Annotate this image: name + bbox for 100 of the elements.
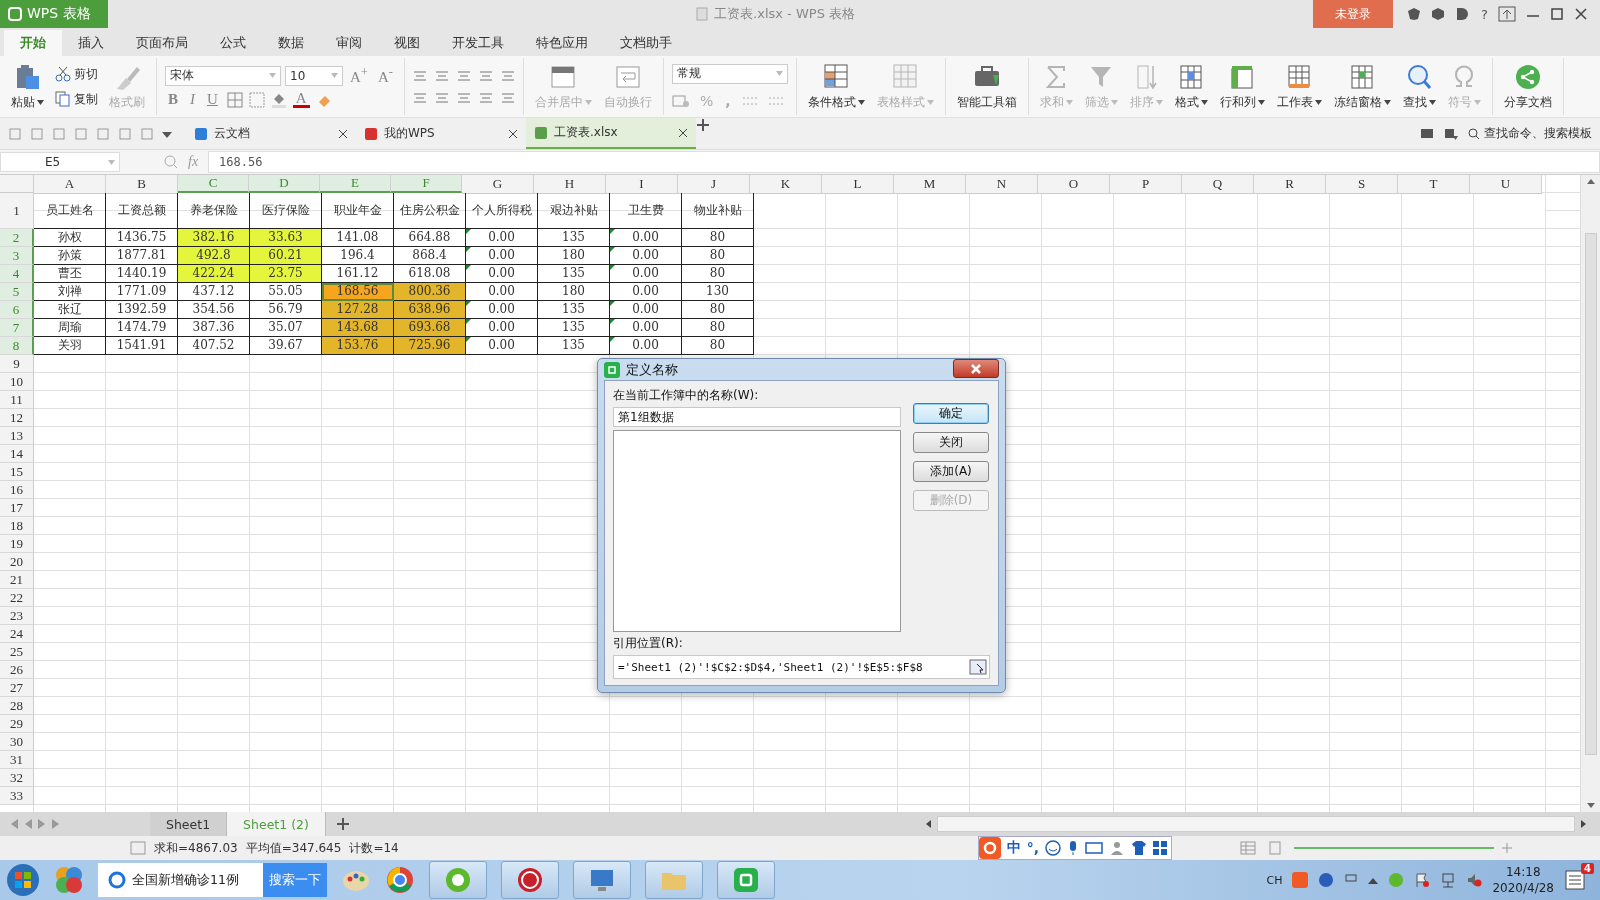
document-tab[interactable]: 我的WPS bbox=[356, 118, 526, 149]
row-header[interactable]: 28 bbox=[0, 697, 34, 715]
flag-icon[interactable] bbox=[1414, 872, 1431, 888]
column-header[interactable]: G bbox=[462, 175, 534, 194]
scroll-down-icon[interactable] bbox=[1586, 803, 1595, 808]
page-view-icon[interactable] bbox=[1268, 841, 1282, 855]
column-header[interactable]: T bbox=[1398, 175, 1470, 194]
column-header[interactable]: U bbox=[1470, 175, 1542, 194]
row-header[interactable]: 31 bbox=[0, 751, 34, 769]
taskbar-app-button[interactable] bbox=[717, 861, 775, 899]
menu-tab[interactable]: 插入 bbox=[62, 30, 120, 56]
document-tab[interactable]: 云文档 bbox=[186, 118, 356, 149]
row-header[interactable]: 30 bbox=[0, 733, 34, 751]
help-button[interactable]: ? bbox=[1481, 6, 1488, 22]
align-text-icon[interactable] bbox=[412, 91, 427, 104]
row-header[interactable]: 11 bbox=[0, 391, 34, 409]
previous-sheet-icon[interactable] bbox=[24, 819, 32, 829]
caret-icon[interactable] bbox=[1383, 99, 1391, 105]
toolbar-button[interactable]: 查找 bbox=[1399, 62, 1439, 111]
scroll-left-icon[interactable] bbox=[926, 820, 931, 828]
column-header[interactable]: R bbox=[1254, 175, 1326, 194]
shirt-icon[interactable] bbox=[1131, 840, 1147, 856]
column-header[interactable]: B bbox=[106, 175, 178, 194]
caret-icon[interactable] bbox=[1428, 99, 1436, 105]
status-icon[interactable] bbox=[130, 841, 146, 855]
start-button-icon[interactable] bbox=[6, 863, 40, 897]
menu-tab[interactable]: 开始 bbox=[4, 30, 62, 56]
align-top-icon[interactable] bbox=[456, 69, 471, 82]
row-header[interactable]: 27 bbox=[0, 679, 34, 697]
scissors-icon[interactable] bbox=[55, 66, 71, 82]
pin-down-icon[interactable] bbox=[1444, 126, 1458, 141]
taskbar-app-button[interactable] bbox=[573, 861, 631, 899]
select-all-button[interactable] bbox=[0, 175, 34, 193]
normal-view-icon[interactable] bbox=[1240, 841, 1256, 855]
font-name-select[interactable]: 宋体 bbox=[165, 65, 281, 86]
taskbar-app-button[interactable] bbox=[501, 861, 559, 899]
smiley-icon[interactable] bbox=[1045, 840, 1061, 856]
row-header[interactable]: 18 bbox=[0, 517, 34, 535]
row-header[interactable]: 8 bbox=[0, 337, 34, 355]
row-header[interactable]: 15 bbox=[0, 463, 34, 481]
formula-field[interactable]: 168.56 bbox=[208, 151, 1600, 173]
next-sheet-icon[interactable] bbox=[38, 819, 46, 829]
copy-icon[interactable] bbox=[55, 91, 71, 107]
ime-logo-icon[interactable] bbox=[978, 837, 1001, 859]
upload-icon[interactable] bbox=[1498, 6, 1516, 22]
toolbar-button[interactable]: 行和列 bbox=[1216, 62, 1268, 111]
row-header[interactable]: 24 bbox=[0, 625, 34, 643]
last-sheet-icon[interactable] bbox=[52, 819, 60, 829]
color-wheel-icon[interactable] bbox=[385, 865, 415, 895]
user-icon[interactable] bbox=[1109, 840, 1125, 856]
indent-icon[interactable] bbox=[500, 69, 515, 82]
menu-tab[interactable]: 开发工具 bbox=[436, 30, 520, 56]
vertical-scrollbar[interactable] bbox=[1580, 175, 1600, 812]
tiles-icon[interactable] bbox=[1153, 841, 1167, 855]
row-header[interactable]: 6 bbox=[0, 301, 34, 319]
fill-bucket-icon[interactable] bbox=[270, 91, 287, 108]
zoom-icon[interactable] bbox=[164, 155, 178, 169]
cut-button[interactable]: 剪切 bbox=[53, 64, 100, 84]
column-header[interactable]: C bbox=[178, 175, 249, 193]
shield-icon[interactable] bbox=[1407, 7, 1422, 21]
preview-icon[interactable] bbox=[96, 126, 110, 141]
row-header[interactable]: 2 bbox=[0, 229, 34, 247]
column-header[interactable]: K bbox=[750, 175, 822, 194]
distribute-icon[interactable] bbox=[500, 91, 515, 104]
row-header[interactable]: 1 bbox=[0, 193, 34, 229]
row-header[interactable]: 3 bbox=[0, 247, 34, 265]
zoom-slider-icon[interactable] bbox=[1294, 841, 1514, 855]
row-header[interactable]: 32 bbox=[0, 769, 34, 787]
menu-tab[interactable]: 审阅 bbox=[320, 30, 378, 56]
row-header[interactable]: 20 bbox=[0, 553, 34, 571]
column-header[interactable]: O bbox=[1038, 175, 1110, 194]
toolbar-button[interactable]: 分享文档 bbox=[1500, 62, 1555, 111]
menu-tab[interactable]: 公式 bbox=[204, 30, 262, 56]
speaker-muted-icon[interactable] bbox=[1466, 872, 1483, 888]
indent-icon[interactable] bbox=[478, 69, 493, 82]
column-header[interactable]: L bbox=[822, 175, 894, 194]
grow-font-button[interactable]: A$^{+}$ bbox=[347, 65, 371, 86]
print-icon[interactable] bbox=[74, 126, 88, 141]
menu-tab[interactable]: 数据 bbox=[262, 30, 320, 56]
add-sheet-icon[interactable] bbox=[335, 817, 350, 831]
dialog-button[interactable]: 添加(A) bbox=[913, 461, 989, 482]
toolbar-button[interactable]: 条件格式 bbox=[804, 62, 868, 111]
keyboard-icon[interactable] bbox=[1085, 841, 1103, 855]
export-icon[interactable] bbox=[52, 126, 66, 141]
column-header[interactable]: Q bbox=[1182, 175, 1254, 194]
screen-icon[interactable] bbox=[1420, 126, 1434, 141]
table-format-icon[interactable] bbox=[822, 62, 851, 91]
taskbar-app-button[interactable] bbox=[429, 861, 487, 899]
number-format-select[interactable]: 常规 bbox=[671, 63, 788, 84]
save-icon[interactable] bbox=[30, 126, 44, 141]
column-header[interactable]: J bbox=[678, 175, 750, 194]
copy-button[interactable]: 复制 bbox=[53, 89, 100, 109]
add-tab-icon[interactable] bbox=[696, 118, 710, 132]
microphone-icon[interactable] bbox=[1067, 840, 1079, 856]
cell-border-icon[interactable] bbox=[248, 91, 265, 108]
network-icon[interactable] bbox=[1440, 872, 1457, 888]
scroll-up-icon[interactable] bbox=[1586, 179, 1595, 184]
row-header[interactable]: 25 bbox=[0, 643, 34, 661]
column-header[interactable]: E bbox=[320, 175, 391, 193]
scroll-right-icon[interactable] bbox=[1581, 820, 1586, 828]
